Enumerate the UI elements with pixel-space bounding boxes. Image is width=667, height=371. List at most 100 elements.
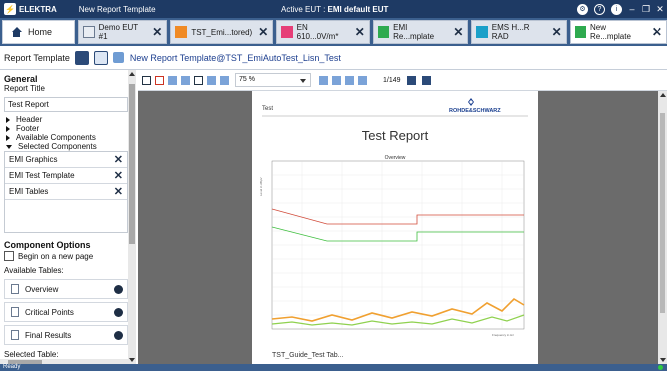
next-page-icon[interactable]	[421, 75, 431, 85]
settings-icon[interactable]: ⚙	[577, 3, 588, 15]
tab-strip: Home Demo EUT #1 ✕ TST_Emi...tored) ✕ EN…	[0, 18, 667, 46]
zoom-select[interactable]: 75 %	[235, 73, 311, 87]
remove-icon[interactable]: ✕	[114, 153, 123, 166]
tab-emi-report-template[interactable]: EMI Re...mplate ✕	[372, 20, 469, 44]
tab-home[interactable]: Home	[2, 20, 76, 44]
save-icon[interactable]	[74, 50, 89, 65]
left-panel-scrollbar[interactable]	[128, 70, 136, 364]
table-item-critical-points[interactable]: Critical Points	[4, 302, 128, 322]
close-tab-icon[interactable]: ✕	[152, 25, 162, 39]
single-page-icon[interactable]	[345, 75, 354, 85]
find-icon[interactable]	[194, 75, 203, 85]
help-icon[interactable]: ?	[594, 3, 605, 15]
preview-scrollbar[interactable]	[658, 91, 667, 364]
chart-title: Overview	[385, 155, 406, 161]
tab-label: Demo EUT #1	[98, 23, 139, 41]
remove-icon[interactable]: ✕	[114, 169, 123, 182]
report-title: Test Report	[362, 128, 429, 143]
status-bar: Ready	[0, 364, 667, 371]
tree-item-header[interactable]: Header	[6, 115, 42, 124]
tree-item-available-components[interactable]: Available Components	[6, 133, 96, 142]
minimize-button[interactable]: –	[625, 4, 639, 14]
ems-icon	[476, 26, 488, 38]
print-icon[interactable]	[181, 75, 190, 85]
selected-components-list: EMI Graphics ✕ EMI Test Template ✕ EMI Tab…	[4, 151, 128, 233]
remove-icon[interactable]: ✕	[114, 185, 123, 198]
document-title: New Report Template	[78, 4, 156, 14]
scroll-down-icon[interactable]	[660, 358, 666, 362]
page-setup-icon[interactable]	[207, 75, 216, 85]
tab-label: EMI Re...mplate	[393, 23, 435, 41]
document-icon	[11, 307, 19, 317]
status-text: Ready	[3, 364, 21, 370]
close-tab-icon[interactable]: ✕	[258, 25, 268, 39]
tree-item-selected-components[interactable]: Selected Components	[6, 142, 97, 151]
scroll-up-icon[interactable]	[129, 72, 135, 76]
tree-item-footer[interactable]: Footer	[6, 124, 39, 133]
tab-tst-emi[interactable]: TST_Emi...tored) ✕	[170, 20, 274, 44]
tab-new-report-template[interactable]: New Re...mplate ✕	[569, 20, 667, 44]
report-page: Test ROHDE&SCHWARZ Test Report Overview	[252, 91, 538, 364]
restore-button[interactable]: ❐	[639, 4, 653, 15]
close-tab-icon[interactable]: ✕	[552, 25, 562, 39]
home-icon	[11, 27, 22, 37]
list-item[interactable]: EMI Test Template ✕	[5, 168, 127, 184]
multi-page-icon[interactable]	[358, 75, 367, 85]
add-icon[interactable]	[114, 331, 123, 340]
eut-icon	[83, 26, 95, 38]
begin-new-page-row[interactable]: Begin on a new page	[4, 251, 93, 261]
tab-demo-eut[interactable]: Demo EUT #1 ✕	[78, 20, 168, 44]
viewer-toolbar: 75 % 1/149	[138, 70, 667, 91]
tab-en-610[interactable]: EN 610...0V/m* ✕	[276, 20, 370, 44]
list-item[interactable]: EMI Graphics ✕	[5, 152, 127, 168]
tab-label: EN 610...0V/m*	[296, 23, 339, 41]
table-item-overview[interactable]: Overview	[4, 279, 128, 299]
close-tab-icon[interactable]: ✕	[453, 25, 463, 39]
toolbar-label: Report Template	[4, 52, 70, 63]
link-icon	[112, 52, 124, 63]
pdf-icon[interactable]	[155, 75, 164, 85]
scroll-up-icon[interactable]	[660, 93, 666, 97]
scroll-thumb[interactable]	[129, 84, 135, 244]
status-indicator-icon	[658, 365, 663, 370]
brand-label: ROHDE&SCHWARZ	[449, 108, 501, 114]
scroll-down-icon[interactable]	[129, 358, 135, 362]
scroll-thumb[interactable]	[660, 113, 665, 313]
options-icon[interactable]	[220, 75, 229, 85]
previous-page-icon[interactable]	[406, 75, 416, 85]
tab-label: EMS H...R RAD	[491, 23, 530, 41]
general-heading: General	[4, 74, 38, 84]
title-bar: ⚡ ELEKTRA New Report Template Active EUT…	[0, 0, 667, 18]
add-icon[interactable]	[114, 308, 123, 317]
x-axis-label: Frequency in Hz	[492, 333, 514, 337]
list-item[interactable]: EMI Tables ✕	[5, 184, 127, 200]
report-title-input[interactable]: Test Report	[4, 97, 128, 112]
next-section-heading: TST_Guide_Test Tab...	[272, 352, 344, 359]
component-options-heading: Component Options	[4, 240, 91, 250]
y-axis-label: Level in dBµV	[259, 177, 263, 196]
document-icon	[11, 284, 19, 294]
tab-home-label: Home	[28, 27, 53, 37]
export-icon[interactable]	[168, 75, 177, 85]
begin-new-page-checkbox[interactable]	[4, 251, 14, 261]
template-path: New Report Template@TST_EmiAutoTest_Lisn…	[129, 52, 341, 63]
tab-label: TST_Emi...tored)	[191, 27, 253, 37]
collapse-icon	[6, 144, 12, 149]
add-icon[interactable]	[114, 285, 123, 294]
table-item-final-results[interactable]: Final Results	[4, 325, 128, 345]
chevron-down-icon	[300, 79, 306, 83]
tab-ems-rad[interactable]: EMS H...R RAD ✕	[471, 20, 567, 44]
tabs-dropdown-icon[interactable]: ▼	[654, 26, 661, 33]
fit-width-icon[interactable]	[319, 75, 328, 85]
available-tables-label: Available Tables:	[4, 266, 64, 275]
report-icon	[377, 26, 390, 38]
refresh-icon[interactable]	[142, 75, 151, 85]
save-as-icon[interactable]	[93, 50, 108, 65]
info-icon[interactable]: i	[611, 3, 622, 15]
fit-page-icon[interactable]	[332, 75, 341, 85]
report-icon	[574, 26, 586, 38]
page-test-label: Test	[262, 106, 273, 112]
close-tab-icon[interactable]: ✕	[355, 25, 365, 39]
close-window-button[interactable]: ✕	[653, 4, 667, 15]
active-eut: Active EUT : EMI default EUT	[281, 4, 389, 14]
